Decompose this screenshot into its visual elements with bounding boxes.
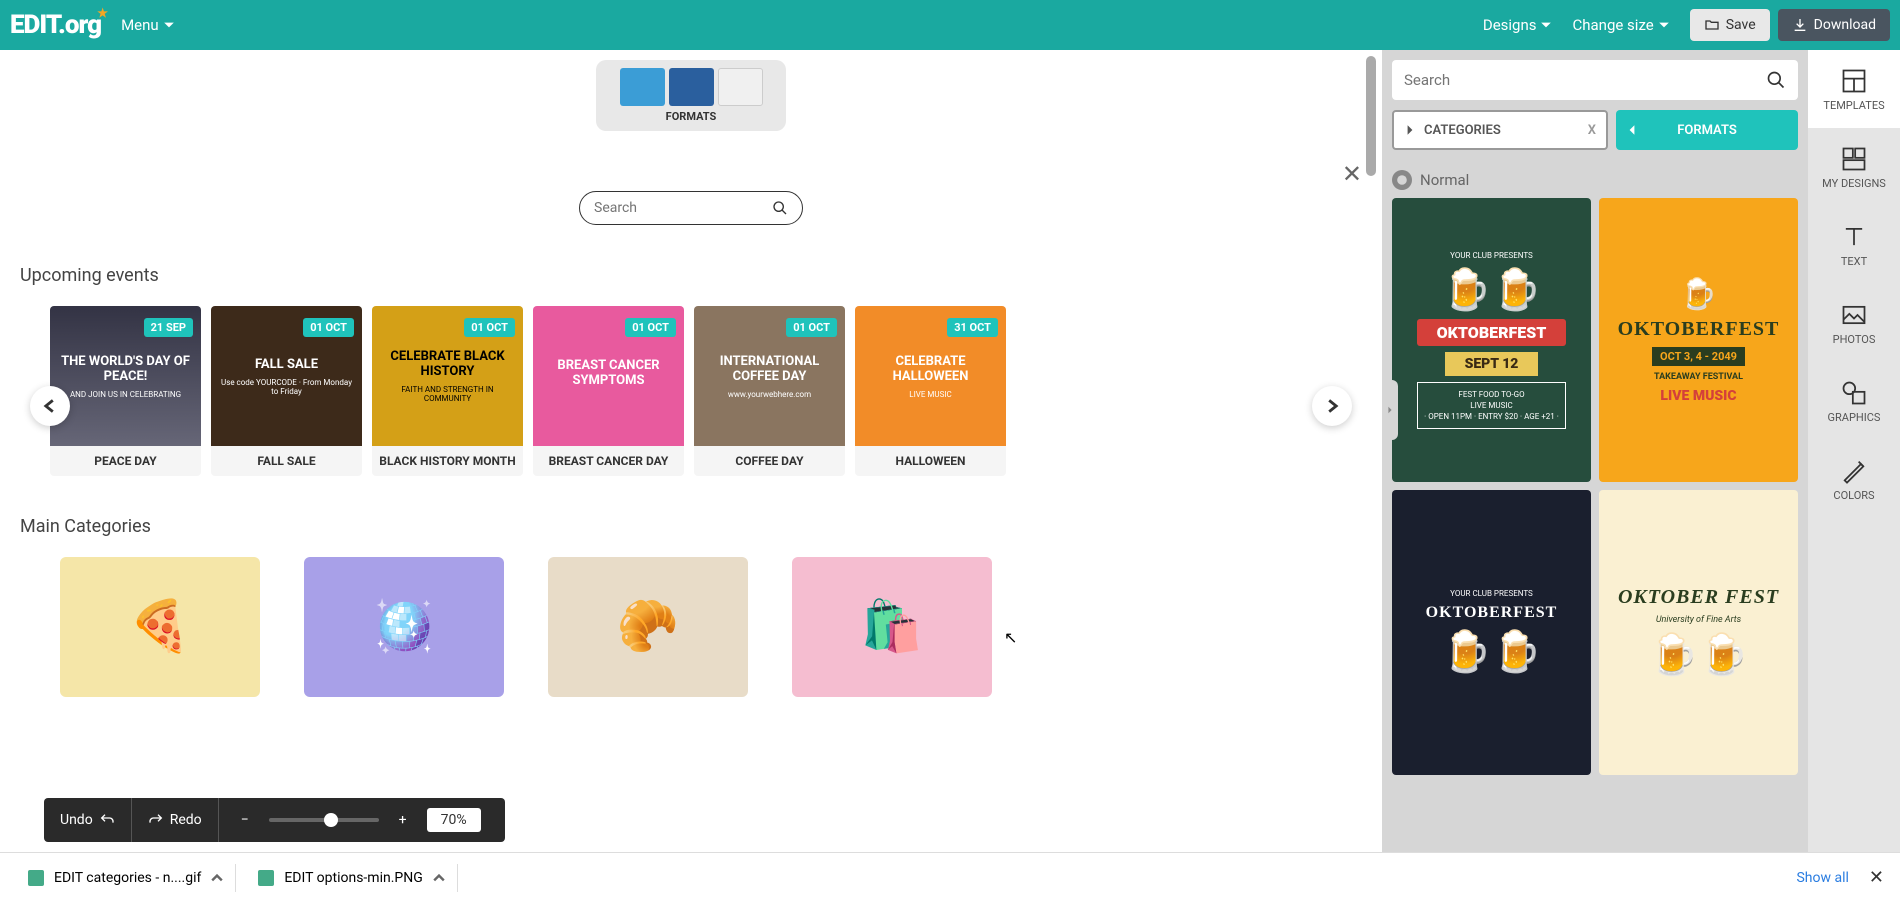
- rail-templates[interactable]: TEMPLATES: [1808, 50, 1900, 128]
- section-icon: [1392, 170, 1412, 190]
- categories-pill[interactable]: CATEGORIES X: [1392, 110, 1608, 150]
- zoom-control[interactable]: − + 70%: [219, 798, 505, 842]
- carousel-next[interactable]: [1312, 386, 1352, 426]
- zoom-slider[interactable]: [269, 818, 379, 822]
- categories-modal: ✕ FORMATS Upcoming events 21 SEPTHE WORL…: [0, 50, 1382, 707]
- canvas-area: ✕ FORMATS Upcoming events 21 SEPTHE WORL…: [0, 50, 1382, 842]
- designs-dropdown[interactable]: Designs: [1483, 16, 1553, 34]
- file-icon: [28, 870, 44, 886]
- folder-icon: [1704, 17, 1720, 33]
- event-title: PEACE DAY: [50, 446, 201, 476]
- beer-mugs-icon: 🍺🍺: [1442, 266, 1542, 313]
- chevron-up-icon[interactable]: [211, 872, 223, 884]
- download-item[interactable]: EDIT categories - n....gif: [16, 864, 236, 892]
- template-card[interactable]: OKTOBER FEST University of Fine Arts 🍺🍺: [1599, 490, 1798, 774]
- date-badge: 21 SEP: [144, 318, 193, 337]
- event-title: BREAST CANCER DAY: [533, 446, 684, 476]
- event-title: COFFEE DAY: [694, 446, 845, 476]
- logo[interactable]: EDIT.org★: [10, 10, 101, 40]
- event-card[interactable]: 01 OCTBREAST CANCER SYMPTOMSBREAST CANCE…: [533, 306, 684, 476]
- modal-search-input[interactable]: [594, 200, 772, 216]
- panel-search-input[interactable]: [1404, 71, 1766, 89]
- right-rail: TEMPLATES MY DESIGNS TEXT PHOTOS GRAPHIC…: [1808, 50, 1900, 902]
- upcoming-heading: Upcoming events: [20, 265, 1372, 286]
- close-shelf[interactable]: ✕: [1869, 867, 1884, 888]
- formats-tile[interactable]: FORMATS: [596, 60, 786, 131]
- template-card[interactable]: YOUR CLUB PRESENTS 🍺🍺 OKTOBERFEST SEPT 1…: [1392, 198, 1591, 482]
- redo-button[interactable]: Redo: [132, 798, 218, 842]
- photos-icon: [1840, 301, 1868, 329]
- rail-photos[interactable]: PHOTOS: [1808, 284, 1900, 362]
- template-card[interactable]: 🍺 OKTOBERFEST OCT 3, 4 - 2049 TAKEAWAY F…: [1599, 198, 1798, 482]
- text-icon: [1840, 223, 1868, 251]
- date-badge: 31 OCT: [947, 318, 998, 337]
- category-tile[interactable]: 🛍️: [792, 557, 992, 697]
- download-shelf: EDIT categories - n....gif EDIT options-…: [0, 852, 1900, 902]
- formats-pill[interactable]: FORMATS: [1616, 110, 1798, 150]
- chevron-down-icon: [1658, 19, 1670, 31]
- undo-button[interactable]: Undo: [44, 798, 131, 842]
- menu-dropdown[interactable]: Menu: [121, 16, 175, 34]
- date-badge: 01 OCT: [625, 318, 676, 337]
- download-icon: [1792, 17, 1808, 33]
- bottom-toolbar: Undo Redo − + 70%: [44, 798, 505, 842]
- date-badge: 01 OCT: [303, 318, 354, 337]
- search-icon: [772, 200, 788, 216]
- top-bar: EDIT.org★ Menu Designs Change size Save …: [0, 0, 1900, 50]
- chevron-down-icon: [1540, 19, 1552, 31]
- download-item[interactable]: EDIT options-min.PNG: [246, 864, 457, 892]
- templates-icon: [1840, 67, 1868, 95]
- event-card[interactable]: 01 OCTFALL SALEUse code YOURCODE · From …: [211, 306, 362, 476]
- panel-search[interactable]: [1392, 60, 1798, 100]
- event-title: HALLOWEEN: [855, 446, 1006, 476]
- beer-mugs-icon: 🍺🍺: [1442, 628, 1542, 675]
- change-size-dropdown[interactable]: Change size: [1572, 16, 1669, 34]
- panel-collapse-handle[interactable]: [1382, 380, 1398, 440]
- redo-icon: [148, 812, 164, 828]
- event-card[interactable]: 01 OCTINTERNATIONAL COFFEE DAYwww.yourwe…: [694, 306, 845, 476]
- download-button[interactable]: Download: [1778, 9, 1890, 41]
- chevron-right-icon: [1404, 124, 1416, 136]
- event-card[interactable]: 01 OCTCELEBRATE BLACK HISTORYFAITH AND S…: [372, 306, 523, 476]
- chevron-left-icon: [1626, 124, 1638, 136]
- chevron-down-icon: [163, 19, 175, 31]
- my-designs-icon: [1840, 145, 1868, 173]
- templates-panel: CATEGORIES X FORMATS Normal YOUR CLUB PR…: [1382, 50, 1808, 902]
- file-icon: [258, 870, 274, 886]
- category-tile[interactable]: 🍕: [60, 557, 260, 697]
- category-tile[interactable]: 🪩: [304, 557, 504, 697]
- show-all-link[interactable]: Show all: [1796, 870, 1848, 886]
- rail-my-designs[interactable]: MY DESIGNS: [1808, 128, 1900, 206]
- date-badge: 01 OCT: [786, 318, 837, 337]
- main-categories-heading: Main Categories: [20, 516, 1372, 537]
- close-modal[interactable]: ✕: [1342, 160, 1362, 188]
- event-card[interactable]: 31 OCTCELEBRATE HALLOWEENLIVE MUSICHALLO…: [855, 306, 1006, 476]
- zoom-out[interactable]: −: [235, 812, 255, 828]
- clear-categories[interactable]: X: [1588, 123, 1596, 138]
- modal-search[interactable]: [579, 191, 803, 225]
- template-card[interactable]: YOUR CLUB PRESENTS OKTOBERFEST 🍺🍺: [1392, 490, 1591, 774]
- panel-section-normal: Normal: [1392, 170, 1798, 190]
- undo-icon: [99, 812, 115, 828]
- carousel-prev[interactable]: [30, 386, 70, 426]
- save-button[interactable]: Save: [1690, 9, 1770, 41]
- beer-mugs-icon: 🍺🍺: [1649, 631, 1749, 678]
- event-title: FALL SALE: [211, 446, 362, 476]
- zoom-in[interactable]: +: [393, 812, 413, 828]
- star-icon: ★: [97, 6, 107, 20]
- event-title: BLACK HISTORY MONTH: [372, 446, 523, 476]
- colors-icon: [1840, 457, 1868, 485]
- date-badge: 01 OCT: [464, 318, 515, 337]
- zoom-value[interactable]: 70%: [427, 808, 481, 832]
- event-card[interactable]: 21 SEPTHE WORLD'S DAY OF PEACE!AND JOIN …: [50, 306, 201, 476]
- events-carousel: 21 SEPTHE WORLD'S DAY OF PEACE!AND JOIN …: [50, 306, 1372, 476]
- graphics-icon: [1840, 379, 1868, 407]
- rail-text[interactable]: TEXT: [1808, 206, 1900, 284]
- search-icon: [1766, 70, 1786, 90]
- chevron-up-icon[interactable]: [433, 872, 445, 884]
- rail-colors[interactable]: COLORS: [1808, 440, 1900, 518]
- category-tile[interactable]: 🥐: [548, 557, 748, 697]
- rail-graphics[interactable]: GRAPHICS: [1808, 362, 1900, 440]
